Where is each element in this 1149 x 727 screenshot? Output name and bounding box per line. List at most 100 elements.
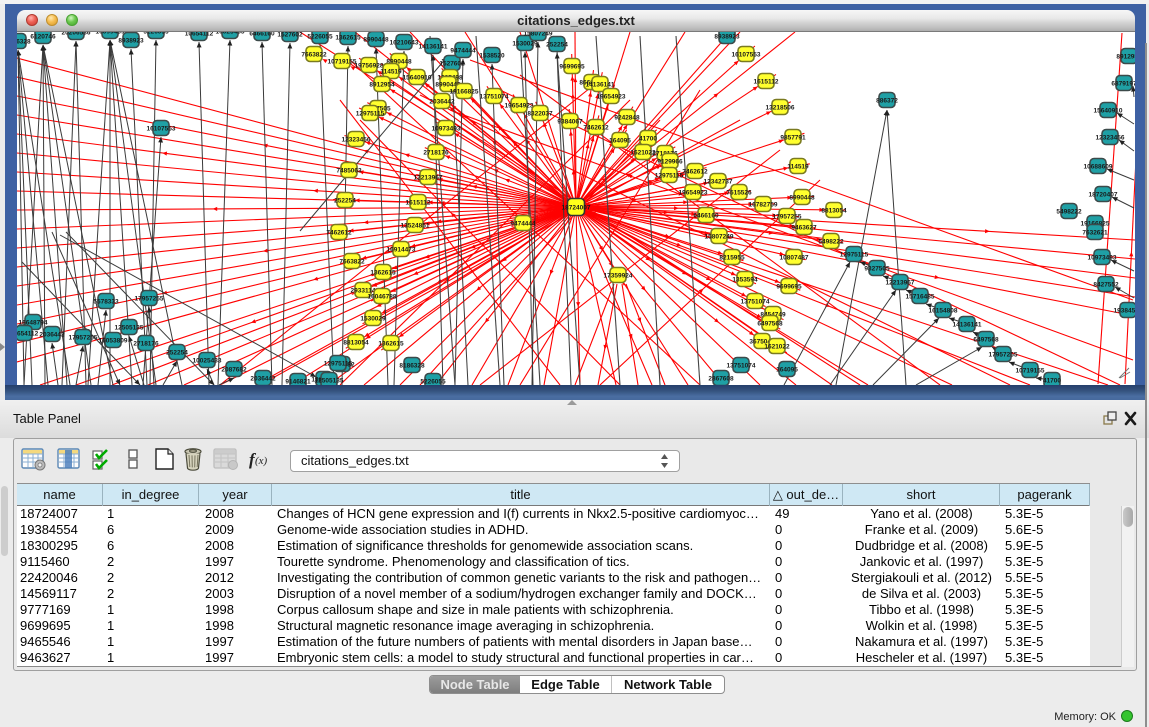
svg-text:6497568: 6497568 — [973, 337, 999, 344]
svg-text:1621022: 1621022 — [764, 344, 790, 351]
svg-text:16107553: 16107553 — [732, 52, 761, 59]
svg-text:2087682: 2087682 — [221, 367, 247, 374]
svg-text:15807249: 15807249 — [524, 32, 553, 38]
svg-text:1615112: 1615112 — [754, 79, 779, 86]
svg-text:13218506: 13218506 — [766, 105, 795, 112]
svg-text:5226055: 5226055 — [143, 32, 169, 36]
svg-text:9857791: 9857791 — [780, 135, 806, 142]
svg-text:9463627: 9463627 — [791, 225, 817, 232]
svg-text:17957255: 17957255 — [989, 352, 1018, 359]
svg-text:17957255: 17957255 — [135, 296, 164, 303]
svg-text:19166825: 19166825 — [450, 89, 479, 96]
svg-text:6497568: 6497568 — [757, 321, 783, 328]
svg-text:1362615: 1362615 — [335, 35, 361, 42]
svg-text:7663822: 7663822 — [301, 52, 327, 59]
svg-text:13524851: 13524851 — [401, 223, 430, 230]
svg-text:5498222: 5498222 — [818, 239, 844, 246]
svg-text:12505135: 12505135 — [115, 325, 144, 332]
svg-text:14136141: 14136141 — [953, 322, 982, 329]
svg-text:164095: 164095 — [609, 138, 631, 145]
svg-text:13751074: 13751074 — [727, 363, 756, 370]
svg-text:10654112: 10654112 — [185, 32, 214, 38]
svg-text:6466160: 6466160 — [693, 213, 719, 220]
svg-text:1530029: 1530029 — [360, 316, 386, 323]
svg-text:5578333: 5578333 — [93, 299, 119, 306]
svg-text:18724007: 18724007 — [562, 205, 591, 212]
svg-text:10973493: 10973493 — [432, 126, 461, 133]
svg-text:20206536: 20206536 — [62, 32, 91, 37]
svg-text:8813054: 8813054 — [821, 208, 847, 215]
svg-text:9129966: 9129966 — [657, 159, 683, 166]
svg-text:9474444: 9474444 — [450, 48, 476, 55]
svg-text:8912954: 8912954 — [369, 82, 395, 89]
svg-text:13751074: 13751074 — [480, 94, 509, 101]
svg-text:17359924: 17359924 — [604, 273, 633, 280]
svg-text:8813054: 8813054 — [343, 340, 369, 347]
svg-text:7485063: 7485063 — [336, 168, 362, 175]
svg-text:2036442: 2036442 — [39, 332, 65, 339]
svg-text:10807487: 10807487 — [780, 255, 809, 262]
svg-text:12323456: 12323456 — [1096, 135, 1125, 142]
svg-text:164095: 164095 — [776, 367, 798, 374]
svg-text:1527602: 1527602 — [439, 61, 465, 68]
svg-text:6879197: 6879197 — [1111, 81, 1135, 88]
svg-text:252254: 252254 — [166, 350, 188, 357]
svg-text:1530029: 1530029 — [512, 41, 538, 48]
svg-text:2036442: 2036442 — [250, 376, 276, 383]
svg-text:2036442: 2036442 — [429, 99, 455, 106]
svg-text:19654923: 19654923 — [679, 190, 708, 197]
svg-text:9327505: 9327505 — [864, 266, 890, 273]
svg-text:1362615: 1362615 — [370, 270, 396, 277]
svg-text:8990448: 8990448 — [363, 37, 389, 44]
svg-text:10025433: 10025433 — [216, 32, 245, 36]
svg-text:16107553: 16107553 — [147, 126, 176, 133]
svg-text:14136141: 14136141 — [586, 82, 615, 89]
svg-text:(x): (x) — [255, 455, 268, 467]
svg-text:8990448: 8990448 — [789, 195, 815, 202]
svg-text:16914473: 16914473 — [387, 247, 416, 254]
svg-text:6466160: 6466160 — [249, 32, 275, 38]
svg-text:17957255: 17957255 — [69, 335, 98, 342]
svg-text:19654923: 19654923 — [597, 94, 626, 101]
svg-text:10973493: 10973493 — [1088, 255, 1117, 262]
svg-text:16154808: 16154808 — [929, 308, 958, 315]
svg-text:8322037: 8322037 — [527, 111, 553, 118]
svg-text:16210643: 16210643 — [390, 40, 419, 47]
svg-text:8938923: 8938923 — [118, 38, 144, 45]
svg-text:8938923: 8938923 — [714, 34, 740, 41]
svg-text:114519: 114519 — [787, 164, 809, 171]
svg-text:12975115: 12975115 — [655, 173, 684, 180]
svg-text:16782759: 16782759 — [749, 202, 778, 209]
svg-text:7462612: 7462612 — [326, 230, 352, 237]
svg-text:15716485: 15716485 — [906, 294, 935, 301]
svg-text:15640910: 15640910 — [403, 75, 432, 82]
svg-text:12342737: 12342737 — [704, 179, 733, 186]
svg-text:10688609: 10688609 — [1084, 164, 1113, 171]
svg-text:8427552: 8427552 — [1093, 282, 1119, 289]
svg-text:1538520: 1538520 — [479, 53, 505, 60]
svg-text:9699695: 9699695 — [776, 284, 802, 291]
svg-text:1362615: 1362615 — [378, 341, 404, 348]
svg-text:7663822: 7663822 — [339, 259, 365, 266]
svg-text:12975115: 12975115 — [840, 252, 869, 259]
svg-text:18720407: 18720407 — [1089, 192, 1118, 199]
svg-text:1527602: 1527602 — [277, 32, 303, 39]
svg-text:41700: 41700 — [639, 136, 657, 143]
svg-text:2718176: 2718176 — [133, 341, 159, 348]
svg-text:10719155: 10719155 — [1016, 368, 1045, 375]
svg-text:252254: 252254 — [546, 42, 568, 49]
svg-text:886372: 886372 — [876, 98, 898, 105]
svg-text:12975115: 12975115 — [324, 361, 353, 368]
svg-text:9242848: 9242848 — [614, 115, 640, 122]
svg-text:8912954: 8912954 — [1116, 54, 1135, 61]
svg-text:19384554: 19384554 — [1114, 308, 1135, 315]
svg-text:9474444: 9474444 — [510, 221, 536, 228]
svg-text:2867608: 2867608 — [708, 376, 734, 383]
svg-text:7462612: 7462612 — [682, 169, 708, 176]
svg-text:15640910: 15640910 — [1094, 108, 1123, 115]
svg-text:114519: 114519 — [380, 69, 402, 76]
svg-text:12505135: 12505135 — [315, 378, 344, 385]
svg-text:12323456: 12323456 — [342, 137, 371, 144]
svg-text:1353594: 1353594 — [732, 277, 758, 284]
svg-text:10719155: 10719155 — [328, 59, 357, 66]
